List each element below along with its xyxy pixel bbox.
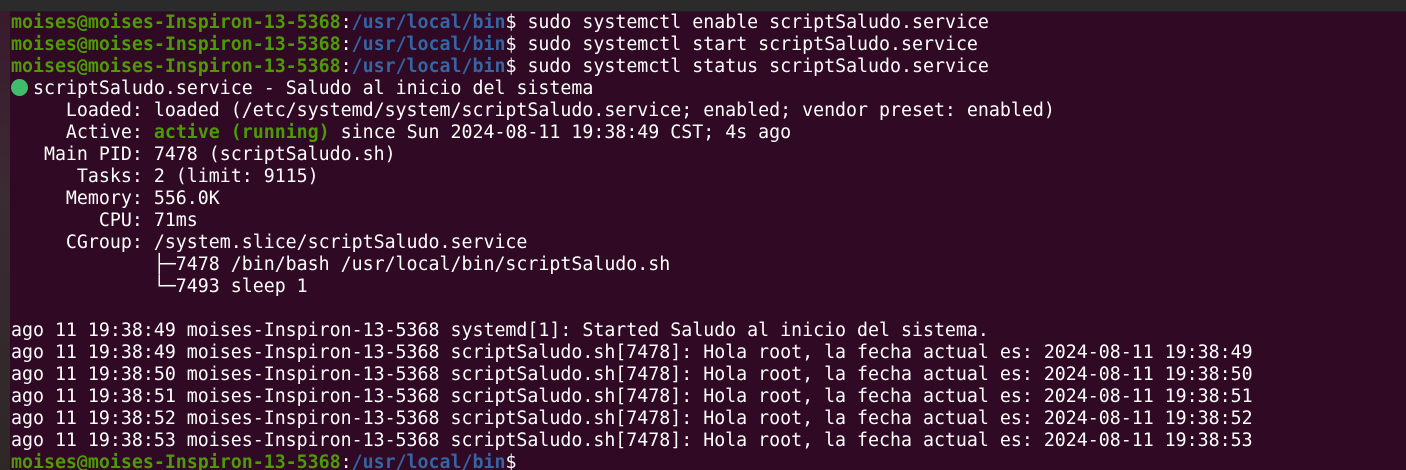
prompt-path: /usr/local/bin — [351, 56, 506, 77]
prompt-line-start: moises@moises-Inspiron-13-5368:/usr/loca… — [11, 34, 1406, 56]
journal-log-line: ago 11 19:38:50 moises-Inspiron-13-5368 … — [11, 364, 1253, 385]
prompt-path: /usr/local/bin — [351, 12, 506, 33]
prompt-symbol: $ — [505, 56, 528, 77]
prompt-path: /usr/local/bin — [351, 452, 506, 470]
prompt-user: moises@moises-Inspiron-13-5368 — [11, 452, 341, 470]
prompt-symbol: $ — [505, 12, 528, 33]
prompt-separator: : — [340, 12, 352, 33]
prompt-user: moises@moises-Inspiron-13-5368 — [11, 12, 341, 33]
status-active-since: since Sun 2024-08-11 19:38:49 CST; 4s ag… — [329, 122, 792, 143]
status-active-line: Active: active (running) since Sun 2024-… — [11, 122, 1406, 144]
journal-log-line: ago 11 19:38:49 moises-Inspiron-13-5368 … — [11, 320, 989, 341]
status-main-pid-line: Main PID: 7478 (scriptSaludo.sh) — [11, 144, 396, 165]
terminal-output: moises@moises-Inspiron-13-5368:/usr/loca… — [11, 12, 1406, 470]
terminal-window[interactable]: moises@moises-Inspiron-13-5368:/usr/loca… — [0, 0, 1406, 470]
prompt-symbol: $ — [505, 452, 528, 470]
prompt-separator: : — [340, 34, 352, 55]
status-tasks-line: Tasks: 2 (limit: 9115) — [11, 166, 319, 187]
journal-log-line: ago 11 19:38:51 moises-Inspiron-13-5368 … — [11, 386, 1253, 407]
prompt-separator: : — [340, 452, 352, 470]
prompt-user: moises@moises-Inspiron-13-5368 — [11, 56, 341, 77]
window-left-edge — [0, 11, 10, 470]
prompt-symbol: $ — [505, 34, 528, 55]
prompt-path: /usr/local/bin — [351, 34, 506, 55]
prompt-line-status: moises@moises-Inspiron-13-5368:/usr/loca… — [11, 56, 1406, 78]
status-memory-line: Memory: 556.0K — [11, 188, 220, 209]
cgroup-process-line: ├─7478 /bin/bash /usr/local/bin/scriptSa… — [11, 254, 671, 275]
journal-log-line: ago 11 19:38:52 moises-Inspiron-13-5368 … — [11, 408, 1253, 429]
status-active-state: active (running) — [153, 122, 330, 143]
status-cpu-line: CPU: 71ms — [11, 210, 198, 231]
window-titlebar-edge — [0, 0, 1406, 12]
command-text: sudo systemctl enable scriptSaludo.servi… — [527, 12, 989, 33]
status-unit-line: scriptSaludo.service - Saludo al inicio … — [11, 78, 1406, 100]
journal-log-line: ago 11 19:38:49 moises-Inspiron-13-5368 … — [11, 342, 1253, 363]
journal-log-line: ago 11 19:38:53 moises-Inspiron-13-5368 … — [11, 430, 1253, 451]
status-cgroup-line: CGroup: /system.slice/scriptSaludo.servi… — [11, 232, 528, 253]
status-unit-text: scriptSaludo.service - Saludo al inicio … — [33, 78, 594, 99]
status-loaded-line: Loaded: loaded (/etc/systemd/system/scri… — [11, 100, 1055, 121]
prompt-line-enable: moises@moises-Inspiron-13-5368:/usr/loca… — [11, 12, 1406, 34]
prompt-line-current[interactable]: moises@moises-Inspiron-13-5368:/usr/loca… — [11, 452, 1406, 470]
command-text: sudo systemctl start scriptSaludo.servic… — [527, 34, 978, 55]
prompt-separator: : — [340, 56, 352, 77]
prompt-user: moises@moises-Inspiron-13-5368 — [11, 34, 341, 55]
status-active-label: Active: — [11, 122, 154, 143]
active-status-dot-icon — [11, 79, 28, 96]
cgroup-process-line: └─7493 sleep 1 — [11, 276, 308, 297]
command-text: sudo systemctl status scriptSaludo.servi… — [527, 56, 989, 77]
